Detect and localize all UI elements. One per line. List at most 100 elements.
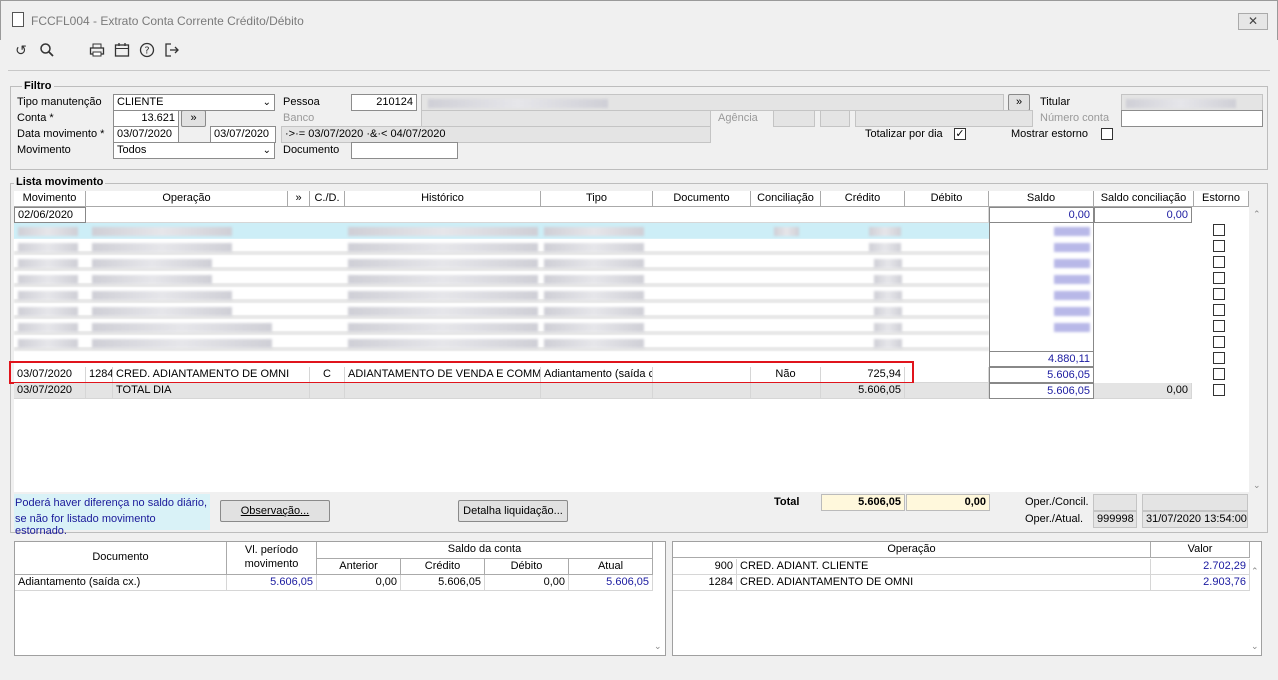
col-saldo[interactable]: Saldo [989, 191, 1094, 207]
resumo-documento[interactable]: Adiantamento (saída cx.) [15, 575, 227, 591]
estorno-checkbox[interactable] [1213, 352, 1225, 364]
tipo-manutencao-label: Tipo manutenção [17, 96, 102, 108]
scroll-down-icon[interactable]: ⌄ [1251, 641, 1259, 652]
estorno-checkbox[interactable] [1213, 336, 1225, 348]
window-title: FCCFL004 - Extrato Conta Corrente Crédit… [31, 14, 304, 28]
data-from-field[interactable]: 03/07/2020 [113, 126, 179, 143]
resumo-h-documento: Documento [15, 542, 227, 575]
hl-saldo: 5.606,05 [989, 367, 1094, 383]
data-expression-field: ·>·= 03/07/2020 ·&·< 04/07/2020 [281, 126, 711, 143]
total-historico-cell [345, 383, 541, 399]
estorno-checkbox[interactable] [1213, 384, 1225, 396]
estorno-checkbox[interactable] [1213, 272, 1225, 284]
total-date[interactable]: 03/07/2020 [14, 383, 86, 399]
mostrar-estorno-checkbox[interactable] [1101, 128, 1113, 140]
total-saldo-conc: 0,00 [1094, 383, 1192, 399]
data-to-field[interactable]: 03/07/2020 [210, 126, 276, 143]
svg-text:?: ? [144, 46, 149, 57]
estorno-checkbox[interactable] [1213, 240, 1225, 252]
agencia-field [773, 110, 815, 127]
estorno-checkbox[interactable] [1213, 256, 1225, 268]
note-line2: se não for listado movimento estornado. [15, 513, 156, 537]
resumo-table[interactable]: Documento Vl. período movimento Saldo da… [14, 541, 666, 656]
totalizar-checkbox[interactable]: ✓ [954, 128, 966, 140]
col-saldo-conciliacao[interactable]: Saldo conciliação [1094, 191, 1194, 207]
col-tipo[interactable]: Tipo [541, 191, 653, 207]
col-estorno[interactable]: Estorno [1194, 191, 1249, 207]
col-historico[interactable]: Histórico [345, 191, 541, 207]
scroll-down-icon[interactable]: ⌄ [1253, 480, 1261, 491]
estorno-checkbox[interactable] [1213, 304, 1225, 316]
conta-expand-button[interactable]: » [181, 110, 206, 127]
estorno-checkbox[interactable] [1213, 320, 1225, 332]
col-movimento[interactable]: Movimento [14, 191, 86, 207]
calendar-icon[interactable] [113, 42, 131, 58]
operacoes-h-operacao: Operação [673, 542, 1151, 558]
numero-conta-field[interactable] [1121, 110, 1263, 127]
col-conciliacao[interactable]: Conciliação [751, 191, 821, 207]
op-name[interactable]: CRED. ADIANTAMENTO DE OMNI [737, 575, 1151, 591]
saldo-before: 4.880,11 [989, 351, 1094, 367]
oper-atual-date: 31/07/2020 13:54:00 [1142, 511, 1248, 528]
resumo-h-credito: Crédito [401, 559, 485, 575]
movimento-select[interactable]: Todos ⌄ [113, 142, 275, 159]
op-name[interactable]: CRED. ADIANT. CLIENTE [737, 559, 1151, 575]
movimento-table[interactable]: Movimento Operação » C./D. Histórico Tip… [9, 191, 1261, 492]
chevron-down-icon: ⌄ [262, 97, 271, 108]
pessoa-expand-button[interactable]: » [1008, 94, 1030, 111]
operacoes-table[interactable]: Operação Valor 900 CRED. ADIANT. CLIENTE… [672, 541, 1262, 656]
help-icon[interactable]: ? [138, 42, 156, 58]
total-code-cell [86, 383, 113, 399]
op-code[interactable]: 900 [673, 559, 737, 575]
tipo-manutencao-select[interactable]: CLIENTE ⌄ [113, 94, 275, 111]
resumo-vl: 5.606,05 [227, 575, 317, 591]
observacao-button[interactable]: Observação... [220, 500, 330, 522]
hl-debito[interactable] [905, 367, 989, 383]
scroll-up-icon[interactable]: ⌃ [1253, 209, 1261, 220]
oper-atual-label: Oper./Atual. [1025, 513, 1084, 525]
documento-label: Documento [283, 144, 340, 156]
total-saldo: 5.606,05 [989, 383, 1094, 399]
exit-icon[interactable] [163, 42, 181, 58]
documento-field[interactable] [351, 142, 458, 159]
print-icon[interactable] [88, 42, 106, 58]
agencia-dv-field [820, 110, 850, 127]
tipo-manutencao-value: CLIENTE [117, 96, 164, 108]
conta-field[interactable]: 13.621 [113, 110, 179, 127]
estorno-checkbox[interactable] [1213, 224, 1225, 236]
col-debito[interactable]: Débito [905, 191, 989, 207]
operacoes-h-valor: Valor [1151, 542, 1250, 558]
pessoa-name-field [421, 94, 1004, 111]
op-code[interactable]: 1284 [673, 575, 737, 591]
close-button[interactable]: ✕ [1238, 13, 1268, 30]
total-label[interactable]: TOTAL DIA [113, 383, 310, 399]
col-documento[interactable]: Documento [653, 191, 751, 207]
lista-legend: Lista movimento [14, 176, 106, 188]
scroll-down-icon[interactable]: ⌄ [654, 641, 662, 652]
search-icon[interactable] [38, 42, 56, 58]
observacao-label: Observação... [240, 505, 310, 517]
pessoa-field[interactable]: 210124 [351, 94, 417, 111]
opening-saldo-conc: 0,00 [1094, 207, 1192, 223]
estorno-checkbox[interactable] [1213, 368, 1225, 380]
undo-icon[interactable]: ↺ [12, 42, 30, 58]
resumo-h-anterior: Anterior [317, 559, 401, 575]
toolbar-separator [8, 70, 1270, 71]
numero-conta-label: Número conta [1040, 112, 1110, 124]
total-debito-field: 0,00 [906, 494, 990, 511]
resumo-h-vl-periodo: Vl. período movimento [227, 542, 317, 575]
op-valor: 2.903,76 [1151, 575, 1250, 591]
movimento-value: Todos [117, 144, 147, 156]
detalha-liquidacao-button[interactable]: Detalha liquidação... [458, 500, 568, 522]
col-cd[interactable]: C./D. [310, 191, 345, 207]
col-expand[interactable]: » [288, 191, 310, 207]
scroll-up-icon[interactable]: ⌃ [1251, 566, 1259, 577]
col-credito[interactable]: Crédito [821, 191, 905, 207]
estorno-checkbox[interactable] [1213, 288, 1225, 300]
op-valor: 2.702,29 [1151, 559, 1250, 575]
titular-field [1121, 94, 1263, 111]
col-operacao[interactable]: Operação [86, 191, 288, 207]
opening-date[interactable]: 02/06/2020 [14, 207, 86, 223]
total-documento-cell [653, 383, 751, 399]
titular-label: Titular [1040, 96, 1071, 108]
